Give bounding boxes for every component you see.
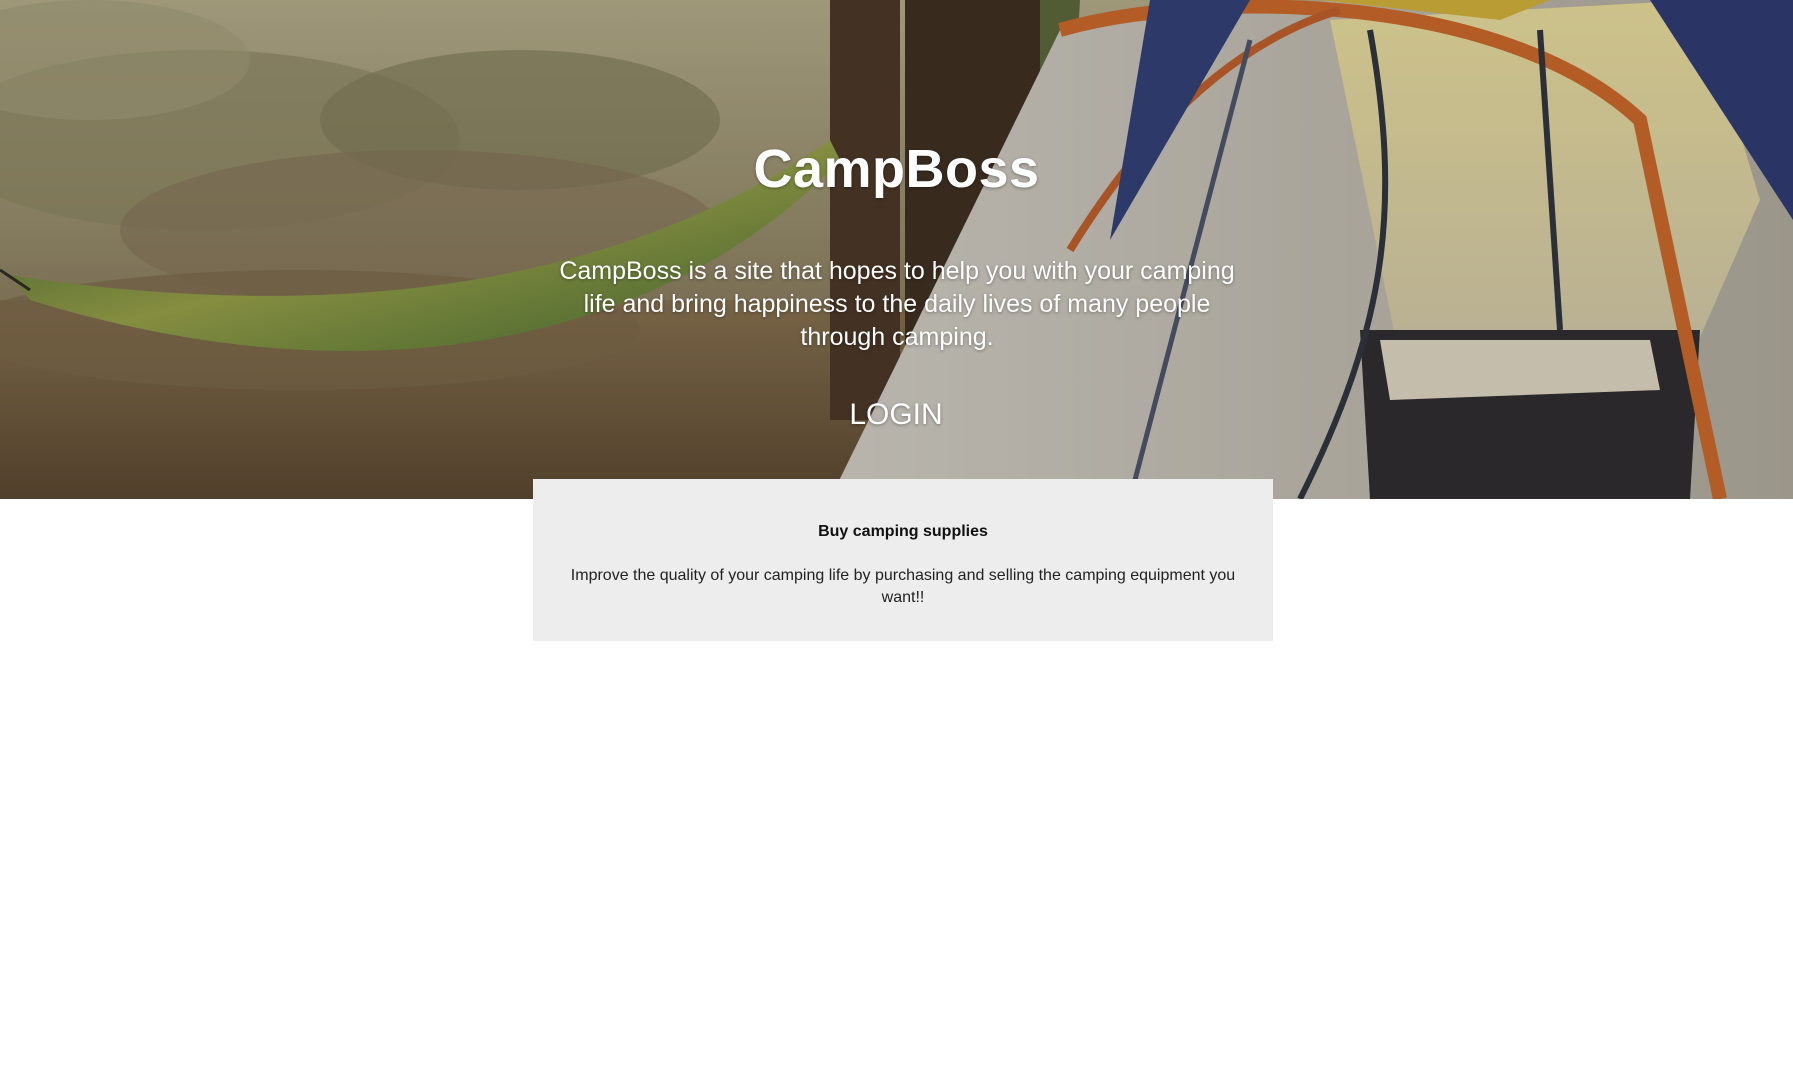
login-button[interactable]: LOGIN: [796, 398, 996, 432]
feature-card: Buy camping supplies Improve the quality…: [533, 479, 1273, 641]
site-description: CampBoss is a site that hopes to help yo…: [559, 257, 1235, 351]
hero-banner: CampBoss CampBoss is a site that hopes t…: [0, 0, 1793, 499]
feature-card-title: Buy camping supplies: [818, 523, 988, 540]
site-title: CampBoss: [753, 139, 1040, 199]
feature-card-text: Improve the quality of your camping life…: [570, 567, 1236, 606]
